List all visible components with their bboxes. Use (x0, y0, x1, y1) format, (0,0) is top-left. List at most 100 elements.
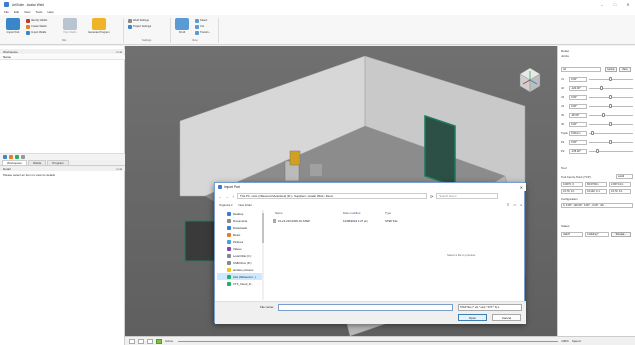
joint-value-input[interactable]: -90.00° (569, 112, 587, 118)
view-toggle-1[interactable] (129, 338, 135, 344)
joint-value-input[interactable]: 0.00° (569, 76, 587, 82)
import-part-button[interactable]: Import Part (6, 18, 20, 34)
navigation-scrollbar[interactable] (262, 211, 264, 299)
nav-item[interactable]: Pictures (217, 238, 262, 245)
joint-value-input[interactable]: 0.00° (569, 94, 587, 100)
detail-header-controls[interactable]: ⊡ ⊠ (116, 167, 122, 171)
column-name[interactable]: Name (275, 210, 282, 216)
maximize-button[interactable]: □ (609, 0, 621, 9)
joint-slider[interactable] (589, 103, 633, 108)
joint-slider[interactable] (589, 94, 633, 99)
organize-button[interactable]: Organize ▾ (219, 203, 233, 207)
joint-value-input[interactable]: 0.00° (569, 121, 587, 127)
import-welds-button[interactable]: Import Welds (26, 30, 46, 35)
joint-slider[interactable] (589, 130, 633, 135)
column-date-modified[interactable]: Date modified (343, 210, 360, 216)
joint-select[interactable]: All (561, 67, 601, 72)
project-settings-button[interactable]: Project Settings (128, 24, 151, 29)
joint-slider[interactable] (589, 76, 633, 81)
minimize-button[interactable]: – (596, 0, 608, 9)
dialog-close-icon[interactable]: ✕ (520, 185, 523, 190)
tcp-rx-input[interactable]: 0.179, 0.1 (561, 189, 583, 194)
plan-welds-button[interactable]: Plan Welds (63, 18, 77, 34)
identify-welds-button[interactable]: Identify Welds (26, 18, 47, 23)
refresh-icon[interactable] (15, 155, 19, 159)
generate-program-button[interactable]: Generate Program (88, 18, 109, 34)
configuration-field[interactable]: 0, 0.00°, 120.00°, 0.00°, -0.00°, -90... (561, 203, 633, 208)
nav-item[interactable]: USB Drive (D:) (217, 259, 262, 266)
fit-all-button[interactable]: Fit All (175, 18, 189, 34)
tab-workspace[interactable]: Workspace (2, 160, 27, 165)
joint-value-input[interactable]: 0.00° (569, 103, 587, 109)
nav-item[interactable]: AAL (\\Reservoi...) (217, 273, 262, 280)
file-row[interactable]: 21-21-216-0006-01.STEP (273, 218, 310, 224)
active-toggle[interactable] (156, 338, 162, 344)
joint-value-input[interactable]: -135.00° (569, 148, 587, 154)
tcp-rz-input[interactable]: 0.179, 0.1 (609, 189, 631, 194)
joint-slider[interactable] (589, 139, 633, 144)
search-input[interactable]: Search Demo (436, 193, 499, 199)
help-icon[interactable]: ● (520, 203, 522, 207)
joint-slider[interactable] (589, 112, 633, 117)
create-welds-button[interactable]: Create Welds (26, 24, 47, 29)
close-button[interactable]: ✕ (622, 0, 634, 9)
timeline-slider[interactable] (178, 340, 559, 342)
nav-item[interactable]: autoline pictures (217, 266, 262, 273)
transform-button[interactable]: Transfo... (195, 30, 211, 35)
joint-slider[interactable] (589, 148, 633, 153)
tcp-x-input[interactable]: 0.0070, 0 (561, 182, 583, 187)
file-type-filter[interactable]: STEP files (*.stp *.step *.STP *.S) ▾ (458, 303, 522, 311)
joint-value-input[interactable]: -120.00° (569, 85, 587, 91)
refresh-icon[interactable]: ⟳ (430, 194, 433, 199)
home-button[interactable]: Home (605, 67, 617, 72)
nav-item[interactable]: Videos (217, 245, 262, 252)
tcp-y-input[interactable]: 96.0700m (585, 182, 607, 187)
up-arrow-icon[interactable]: ↑ (232, 194, 234, 199)
menu-edit[interactable]: Edit (14, 10, 19, 14)
nav-item[interactable]: CTF_Cloud_D... (217, 280, 262, 287)
joint-value-input[interactable]: 0.00° (569, 139, 587, 145)
joint-slider[interactable] (589, 85, 633, 90)
file-name-input[interactable] (278, 303, 453, 311)
cut-button[interactable]: Cut (195, 24, 204, 29)
menu-help[interactable]: Help (47, 10, 53, 14)
back-arrow-icon[interactable]: ← (218, 194, 222, 199)
colliding-checkbox[interactable]: Colliding? (585, 232, 609, 237)
menu-tools[interactable]: Tools (35, 10, 42, 14)
joint-value-input[interactable]: 0.00mm (569, 130, 587, 136)
edit-icon[interactable] (9, 155, 13, 159)
open-button[interactable]: Open (458, 314, 487, 321)
address-bar[interactable]: This PC › AAL (\\Reservoir\Autoshed) (R:… (237, 193, 427, 199)
add-icon[interactable] (3, 155, 7, 159)
new-folder-button[interactable]: New folder (239, 203, 252, 207)
nav-item[interactable]: Music (217, 231, 262, 238)
tab-welds[interactable]: Welds (27, 160, 47, 165)
joint-slider[interactable] (589, 121, 633, 126)
remove-icon[interactable] (21, 155, 25, 159)
menu-file[interactable]: File (4, 10, 9, 14)
valid-checkbox[interactable]: Valid? (561, 232, 583, 237)
weld-settings-button[interactable]: Weld Settings (128, 18, 149, 23)
tcp-frame-select[interactable]: world (616, 174, 633, 179)
preview-pane-icon[interactable]: ▭ (513, 203, 516, 207)
nav-item[interactable]: Documents (217, 217, 262, 224)
view-toggle-2[interactable] (138, 338, 144, 344)
nav-item[interactable]: Desktop (217, 210, 262, 217)
cancel-button[interactable]: Cancel (492, 314, 521, 321)
zero-button[interactable]: Zero (619, 67, 631, 72)
zoom-level[interactable]: 100% (561, 339, 569, 343)
simulate-button[interactable]: Simulat... (611, 232, 631, 237)
select-button[interactable]: Select (195, 18, 207, 23)
view-options-icon[interactable]: ☰ (507, 203, 510, 207)
menu-view[interactable]: View (24, 10, 30, 14)
view-toggle-3[interactable] (147, 338, 153, 344)
tcp-z-input[interactable]: 2.0071.0m (609, 182, 631, 187)
nav-item[interactable]: Downloads (217, 224, 262, 231)
workspace-column-name[interactable]: Name (0, 55, 125, 60)
nav-item[interactable]: Local Disk (C:) (217, 252, 262, 259)
forward-arrow-icon[interactable]: → (225, 194, 229, 199)
tcp-ry-input[interactable]: 0.1120, 0.1 (585, 189, 607, 194)
column-type[interactable]: Type (385, 210, 391, 216)
tab-program[interactable]: Program (47, 160, 69, 165)
workspace-header-controls[interactable]: ⊡ ⊠ (116, 50, 122, 54)
